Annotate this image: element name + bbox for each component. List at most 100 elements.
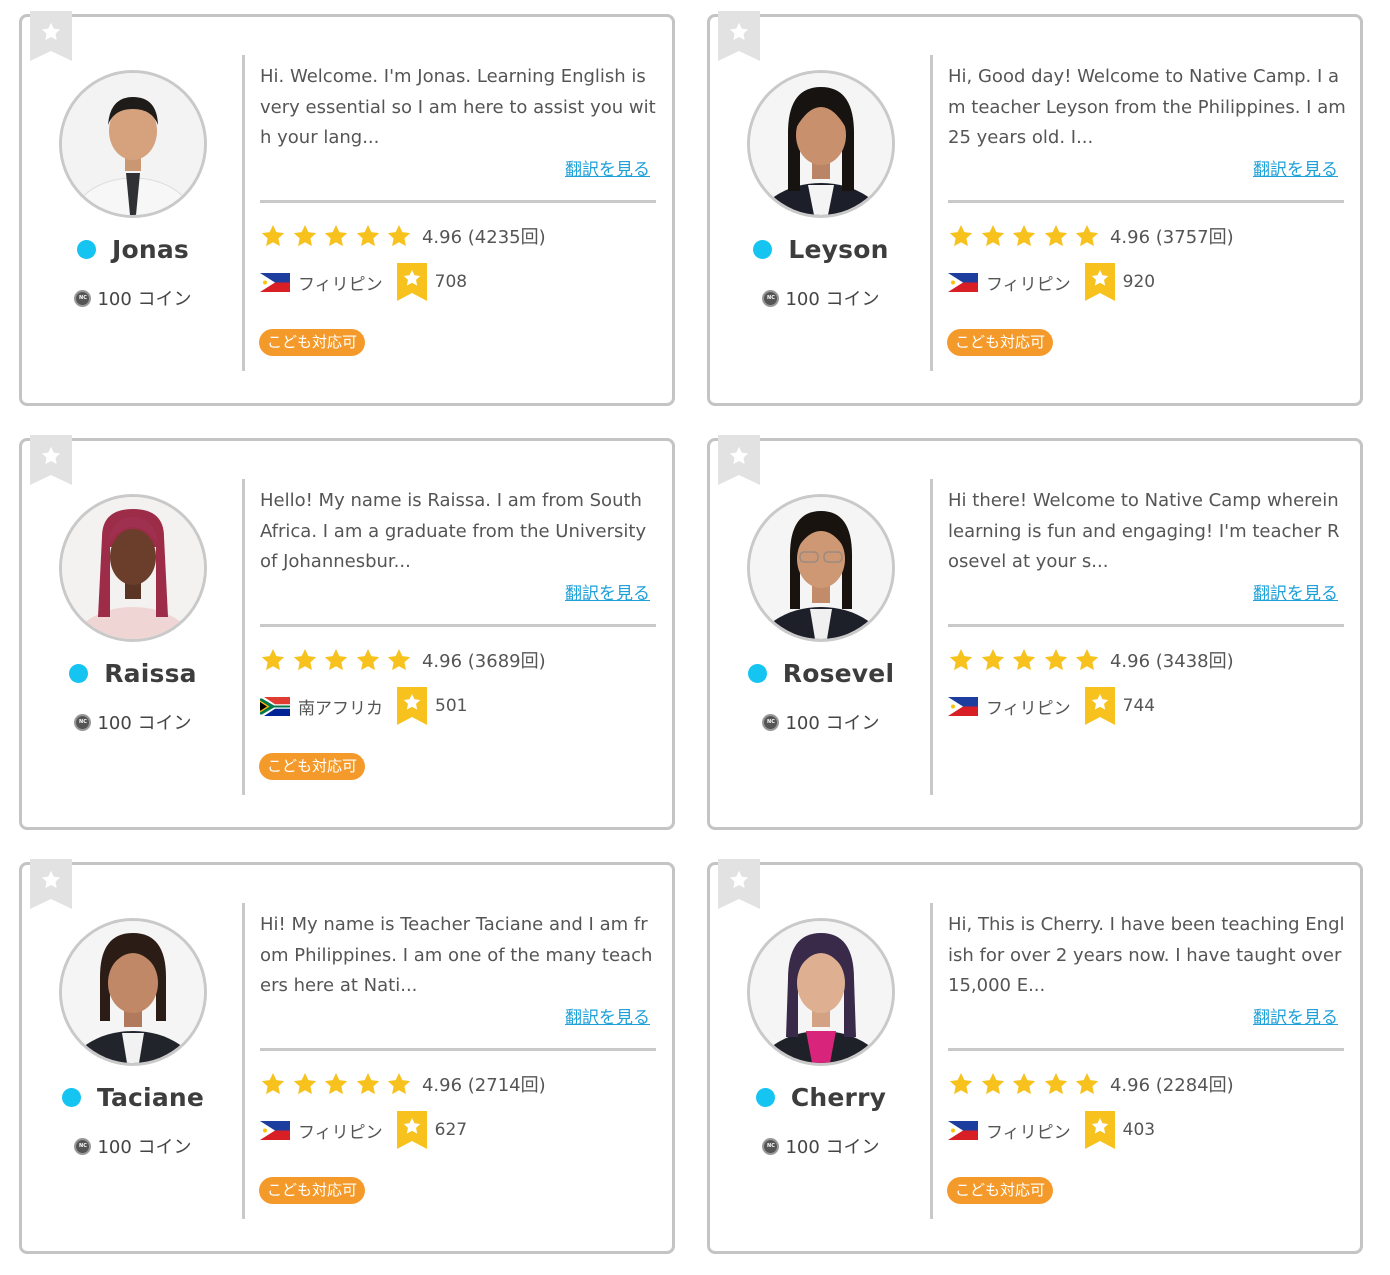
medal-icon [1085,1111,1115,1149]
favorite-bookmark-button[interactable] [718,435,760,485]
star-icon [1011,647,1037,673]
teacher-photo [62,497,204,639]
teacher-avatar[interactable] [747,918,895,1066]
country-name: 南アフリカ [298,698,383,719]
rating-value: 4.96 (3438回) [1109,651,1234,672]
star-icon [323,1071,349,1097]
coin-amount: 100 コイン [785,1137,880,1158]
country-name: フィリピン [986,698,1071,719]
teacher-intro: Hi, This is Cherry. I have been teaching… [948,914,1345,996]
teacher-photo [750,497,892,639]
teacher-intro: Hi there! Welcome to Native Camp wherein… [948,490,1340,572]
vertical-divider [242,55,245,371]
horizontal-divider [948,624,1344,627]
teacher-intro: Hi! My name is Teacher Taciane and I am … [260,914,653,996]
translate-link[interactable]: 翻訳を見る [1253,1003,1338,1028]
star-icon [980,647,1006,673]
star-icon [728,445,750,467]
coin-amount: 100 コイン [785,289,880,310]
star-icon [386,1071,412,1097]
favorite-bookmark-button[interactable] [718,859,760,909]
teacher-card-leyson[interactable]: Leyson NC 100 コイン Hi, Good day! Welcome … [707,11,1363,406]
teacher-card-raissa[interactable]: Raissa NC 100 コイン Hello! My name is Rais… [19,435,675,830]
horizontal-divider [948,200,1344,203]
star-icon [292,647,318,673]
translate-link[interactable]: 翻訳を見る [565,579,650,604]
rating-row: 4.96 (3689回) [260,647,546,673]
teacher-name[interactable]: Taciane [97,1083,204,1112]
teacher-photo [62,73,204,215]
teacher-card-cherry[interactable]: Cherry NC 100 コイン Hi, This is Cherry. I … [707,859,1363,1254]
star-icon [260,1071,286,1097]
teacher-avatar[interactable] [59,918,207,1066]
translate-link[interactable]: 翻訳を見る [1253,155,1338,180]
teacher-name-row: Jonas [22,235,244,264]
translate-link[interactable]: 翻訳を見る [1253,579,1338,604]
teacher-name[interactable]: Cherry [791,1083,886,1112]
teacher-avatar[interactable] [747,494,895,642]
favorite-bookmark-button[interactable] [30,435,72,485]
star-icon [728,21,750,43]
teacher-intro: Hello! My name is Raissa. I am from Sout… [260,490,647,572]
star-icon [292,223,318,249]
star-icon [1074,647,1100,673]
philippines-flag-icon [948,273,978,292]
rating-value: 4.96 (4235回) [421,227,546,248]
rating-value: 4.96 (2714回) [421,1075,546,1096]
online-status-icon [76,240,96,259]
favorite-bookmark-button[interactable] [718,11,760,61]
vertical-divider [242,479,245,795]
translate-link[interactable]: 翻訳を見る [565,155,650,180]
star-icon [260,647,286,673]
teacher-avatar[interactable] [747,70,895,218]
teacher-name[interactable]: Rosevel [783,659,894,688]
teacher-name[interactable]: Jonas [112,235,189,264]
favorite-bookmark-button[interactable] [30,11,72,61]
star-icon [1011,223,1037,249]
medal-icon [1085,263,1115,301]
medal-icon [397,1111,427,1149]
teacher-avatar[interactable] [59,70,207,218]
kids-ok-badge: こども対応可 [259,1177,366,1204]
teacher-intro: Hi, Good day! Welcome to Native Camp. I … [948,66,1346,148]
medal-count: 744 [1122,696,1156,716]
country-row: フィリピン 920 [948,263,1155,301]
lesson-price: NC 100 コイン [22,285,244,311]
star-icon [1043,223,1069,249]
medal-count: 627 [434,1120,468,1140]
star-icon [386,647,412,673]
rating-row: 4.96 (3438回) [948,647,1234,673]
coin-amount: 100 コイン [97,1137,192,1158]
medal-count: 920 [1122,272,1156,292]
coin-amount: 100 コイン [97,289,192,310]
teacher-card-taciane[interactable]: Taciane NC 100 コイン Hi! My name is Teache… [19,859,675,1254]
coin-icon: NC [74,713,92,731]
rating-row: 4.96 (2714回) [260,1071,546,1097]
star-icon [40,869,62,891]
star-icon [948,223,974,249]
teacher-name-row: Cherry [710,1083,932,1112]
translate-link[interactable]: 翻訳を見る [565,1003,650,1028]
favorite-bookmark-button[interactable] [30,859,72,909]
country-row: フィリピン 627 [260,1111,467,1149]
coin-icon: NC [762,289,780,307]
star-icon [355,647,381,673]
teacher-name[interactable]: Leyson [788,235,888,264]
teacher-card-jonas[interactable]: Jonas NC 100 コイン Hi. Welcome. I'm Jonas.… [19,11,675,406]
teacher-card-rosevel[interactable]: Rosevel NC 100 コイン Hi there! Welcome to … [707,435,1363,830]
coin-icon: NC [74,289,92,307]
lesson-price: NC 100 コイン [22,709,244,735]
lesson-price: NC 100 コイン [22,1133,244,1159]
coin-icon: NC [762,713,780,731]
country-row: フィリピン 708 [260,263,467,301]
kids-ok-badge: こども対応可 [259,753,366,780]
star-icon [386,223,412,249]
teacher-avatar[interactable] [59,494,207,642]
teacher-intro: Hi. Welcome. I'm Jonas. Learning English… [260,66,656,148]
star-icon [40,445,62,467]
rating-value: 4.96 (2284回) [1109,1075,1234,1096]
coin-icon: NC [762,1137,780,1155]
lesson-price: NC 100 コイン [710,709,932,735]
teacher-name[interactable]: Raissa [104,659,197,688]
star-icon [980,223,1006,249]
